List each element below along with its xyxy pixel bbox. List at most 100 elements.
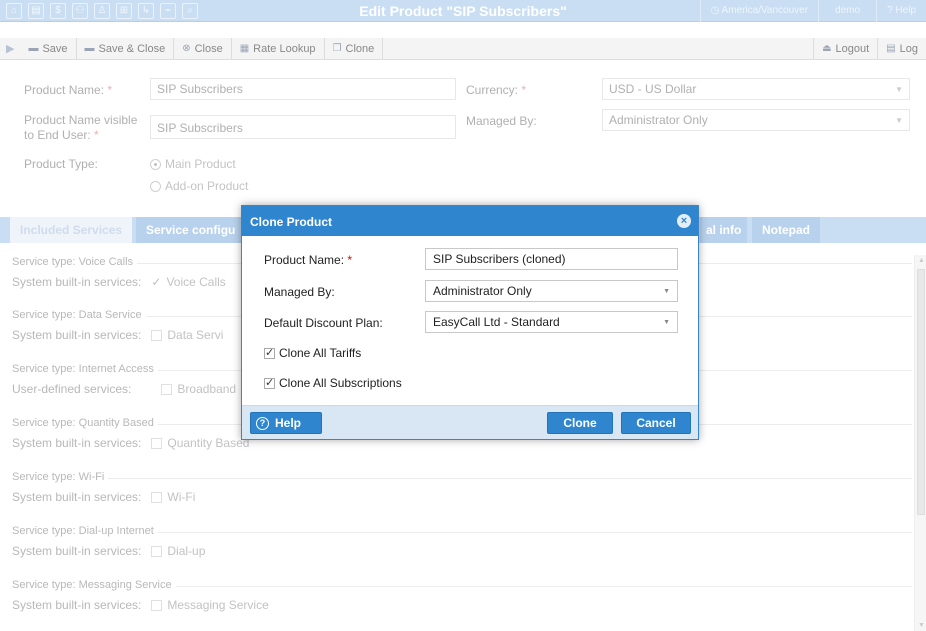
save-button[interactable]: ▬ Save (20, 37, 77, 60)
managed-by-value: Administrator Only (609, 113, 708, 127)
service-type-legend: Service type: Quantity Based (12, 417, 158, 429)
service-type-legend: Service type: Internet Access (12, 363, 158, 375)
service-checkbox[interactable]: Messaging Service (151, 598, 269, 612)
service-row: System built-in services: Quantity Based (12, 436, 249, 450)
clone-icon: ❐ (332, 43, 342, 54)
user-link[interactable]: demo (818, 0, 876, 22)
required-marker: * (521, 83, 527, 97)
checkbox-box (151, 599, 163, 611)
currency-value: USD - US Dollar (609, 82, 697, 96)
help-link-label: Help (895, 5, 916, 16)
product-type-main-radio[interactable]: Main Product (150, 157, 236, 171)
visible-name-field[interactable]: SIP Subscribers (150, 115, 456, 139)
service-row: System built-in services: Messaging Serv… (12, 598, 269, 612)
clone-button-label: Clone (345, 42, 375, 55)
dialog-discount-plan-select[interactable]: EasyCall Ltd - Standard ▼ (425, 311, 678, 333)
service-name: Wi-Fi (167, 490, 196, 504)
dialog-cancel-button[interactable]: Cancel (621, 412, 691, 434)
service-checkbox[interactable]: Dial-up (151, 544, 205, 558)
required-marker: * (94, 128, 99, 142)
toolbar: ▶ ▬ Save ▬ Save & Close ⊗ Close ▦ Rate Looku… (0, 37, 926, 60)
clone-subscriptions-label: Clone All Subscriptions (279, 376, 402, 390)
tab-included-services[interactable]: Included Services (10, 217, 133, 243)
vertical-scrollbar[interactable]: ▲ ▼ (914, 255, 926, 631)
dialog-managed-by-value: Administrator Only (433, 284, 532, 298)
radio-dot (150, 180, 161, 192)
dialog-product-name-label: Product Name: * (264, 253, 352, 267)
divider (12, 478, 912, 479)
save-close-button[interactable]: ▬ Save & Close (77, 37, 175, 60)
close-button-label: Close (194, 42, 223, 55)
managed-by-label: Managed By: (466, 114, 537, 128)
checkbox-checked (264, 346, 275, 359)
visible-name-label: Product Name visible to End User: * (24, 113, 137, 143)
currency-label-text: Currency: (466, 83, 519, 97)
dialog-title: Clone Product (250, 215, 333, 229)
checkbox-box (161, 383, 173, 395)
rate-lookup-icon: ▦ (239, 43, 250, 54)
product-type-addon-label: Add-on Product (165, 179, 249, 193)
question-circle-icon: ? (256, 416, 269, 430)
required-marker: * (347, 253, 353, 267)
dialog-clone-button[interactable]: Clone (547, 412, 613, 434)
product-name-label-text: Product Name: (24, 83, 105, 97)
close-icon: ⊗ (182, 43, 191, 54)
close-circle-icon[interactable]: × (677, 214, 691, 228)
dialog-product-name-input[interactable]: SIP Subscribers (cloned) (425, 248, 678, 270)
logout-button[interactable]: ⏏ Logout (813, 37, 877, 60)
dialog-managed-by-select[interactable]: Administrator Only ▼ (425, 280, 678, 302)
timezone-link[interactable]: ◷ America/Vancouver (699, 0, 818, 22)
service-type-legend: Service type: Messaging Service (12, 579, 176, 591)
visible-name-label-line2-text: to End User: (24, 128, 91, 142)
service-kind-label: System built-in services: (12, 275, 142, 289)
service-row: System built-in services: Dial-up (12, 544, 205, 558)
service-checkbox[interactable]: Quantity Based (151, 436, 249, 450)
required-marker: * (107, 83, 113, 97)
service-checkbox[interactable]: Wi-Fi (151, 490, 195, 504)
service-kind-label: System built-in services: (12, 328, 142, 342)
service-type-legend: Service type: Dial-up Internet (12, 525, 158, 537)
rate-lookup-button[interactable]: ▦ Rate Lookup (232, 37, 325, 60)
service-name: Data Servi (167, 328, 224, 342)
product-name-label: Product Name: * (24, 83, 112, 97)
dialog-product-name-label-text: Product Name: (264, 253, 345, 267)
dialog-managed-by-label: Managed By: (264, 285, 335, 299)
radio-dot-selected (150, 158, 161, 170)
clone-tariffs-label: Clone All Tariffs (279, 346, 362, 360)
visible-name-label-line2: to End User: * (24, 128, 137, 143)
close-button[interactable]: ⊗ Close (174, 37, 232, 60)
scroll-down-icon[interactable]: ▼ (918, 622, 925, 629)
service-name: Quantity Based (167, 436, 250, 450)
service-checkbox[interactable]: Broadband (161, 382, 236, 396)
log-button[interactable]: ▤ Log (877, 37, 926, 60)
save-icon: ▬ (28, 43, 39, 54)
dialog-help-button[interactable]: ? Help (250, 412, 322, 434)
service-name: Voice Calls (166, 275, 226, 289)
service-type-legend: Service type: Wi-Fi (12, 471, 109, 483)
service-checkbox[interactable]: ✓ Voice Calls (151, 275, 225, 289)
help-link[interactable]: ? Help (876, 0, 926, 22)
scroll-up-icon[interactable]: ▲ (918, 257, 925, 264)
log-icon: ▤ (886, 43, 896, 54)
tab-additional-info[interactable]: al info (700, 217, 748, 243)
service-name: Broadband (177, 382, 237, 396)
clock-icon: ◷ (710, 5, 722, 16)
tab-service-configuration[interactable]: Service configu (136, 217, 246, 243)
managed-by-select[interactable]: Administrator Only ▼ (602, 109, 910, 131)
clone-button[interactable]: ❐ Clone (325, 37, 384, 60)
tab-notepad[interactable]: Notepad (752, 217, 820, 243)
product-type-addon-radio[interactable]: Add-on Product (150, 179, 248, 193)
chevron-down-icon: ▼ (663, 288, 670, 295)
service-checkbox[interactable]: Data Servi (151, 328, 223, 342)
scrollbar-thumb[interactable] (917, 269, 925, 515)
clone-tariffs-checkbox[interactable]: Clone All Tariffs (264, 346, 361, 360)
play-icon[interactable]: ▶ (0, 42, 20, 55)
product-type-main-label: Main Product (165, 157, 236, 171)
clone-subscriptions-checkbox[interactable]: Clone All Subscriptions (264, 376, 402, 390)
clone-product-dialog: Clone Product × Product Name: * SIP Subs… (241, 205, 699, 440)
product-name-field[interactable]: SIP Subscribers (150, 78, 456, 100)
currency-select[interactable]: USD - US Dollar ▼ (602, 78, 910, 100)
service-name: Dial-up (167, 544, 206, 558)
dialog-discount-plan-value: EasyCall Ltd - Standard (433, 315, 560, 329)
service-row: User-defined services: Broadband (12, 382, 236, 396)
